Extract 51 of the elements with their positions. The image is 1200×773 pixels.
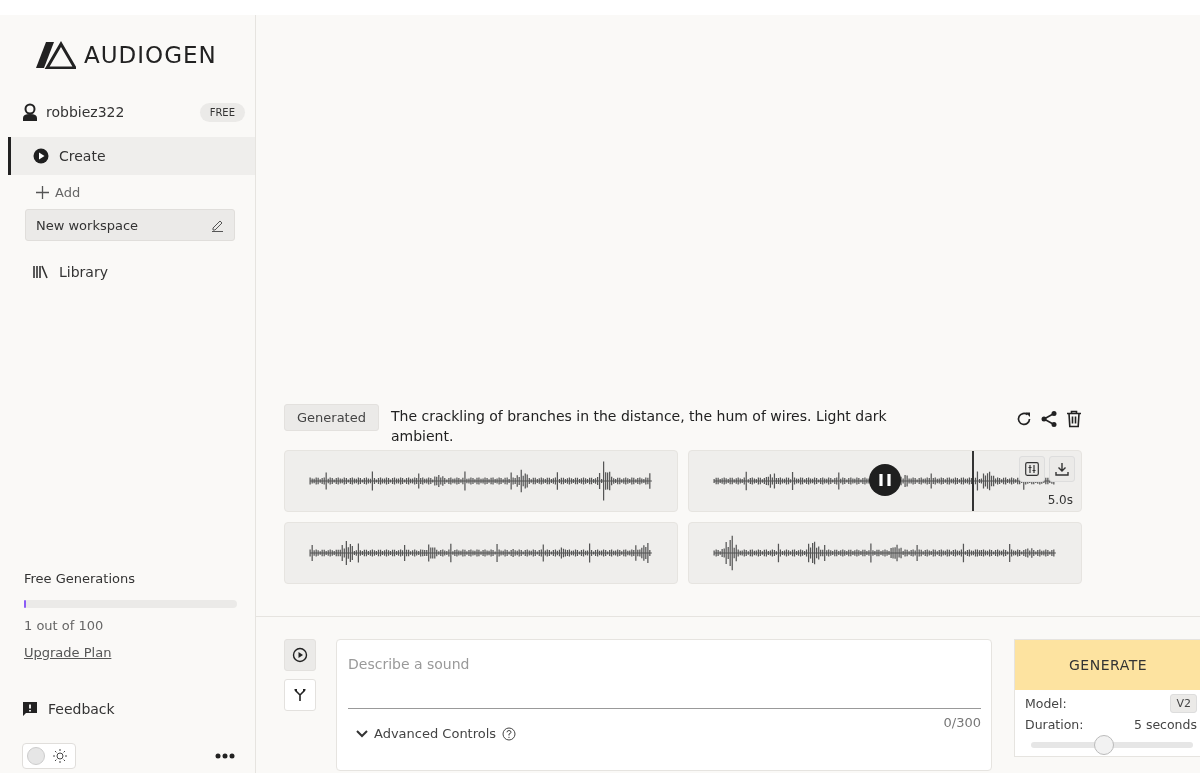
username: robbiez322 [46, 104, 125, 120]
plus-icon [36, 185, 49, 199]
audio-clip[interactable] [284, 522, 678, 584]
audio-clip[interactable] [688, 522, 1082, 584]
advanced-controls-toggle[interactable]: Advanced Controls [348, 726, 517, 741]
refresh-icon[interactable] [1016, 411, 1032, 427]
stems-button[interactable] [1019, 456, 1045, 482]
status-tag: Generated [284, 404, 379, 431]
pause-button[interactable] [869, 464, 901, 496]
play-icon [33, 148, 49, 164]
char-counter: 0/300 [943, 715, 981, 730]
generate-button[interactable]: GENERATE [1015, 640, 1200, 690]
theme-toggle[interactable] [22, 743, 76, 769]
upgrade-link[interactable]: Upgrade Plan [24, 645, 112, 660]
prompt-field[interactable]: Describe a sound 0/300 Advanced Controls [336, 639, 992, 771]
download-button[interactable] [1049, 456, 1075, 482]
sliders-icon [1025, 462, 1039, 476]
quota-count: 1 out of 100 [24, 618, 105, 633]
feedback-icon [22, 701, 38, 717]
plan-badge: FREE [199, 102, 245, 122]
audio-clip[interactable]: 5.0s [688, 450, 1082, 512]
help-icon [502, 726, 517, 741]
duration-value: 5 seconds [1133, 717, 1197, 732]
feedback-item[interactable]: Feedback [0, 697, 255, 721]
user-icon [22, 103, 38, 121]
nav-item[interactable]: Library [8, 253, 255, 291]
download-icon [1055, 462, 1069, 476]
pause-icon [879, 473, 891, 487]
more-icon[interactable] [215, 753, 235, 759]
nav-item[interactable]: Create [8, 137, 255, 175]
audio-clip[interactable] [284, 450, 678, 512]
trash-icon[interactable] [1066, 410, 1082, 428]
workspace-item[interactable]: New workspace [25, 209, 235, 241]
duration-label: Duration: [1025, 717, 1084, 732]
books-icon [33, 265, 49, 279]
prompt-text: The crackling of branches in the distance, the hum of wires. Light dark ambient. [390, 407, 888, 446]
chevron-down-icon [356, 729, 368, 738]
brand-name: AUDIOGEN [84, 42, 217, 68]
logo-icon [36, 41, 76, 69]
model-badge[interactable]: V2 [1170, 694, 1197, 713]
add-workspace-button[interactable]: Add [0, 175, 255, 209]
share-icon[interactable] [1040, 410, 1058, 428]
clip-duration: 5.0s [1047, 493, 1073, 507]
fork-icon [293, 688, 307, 702]
quota-title: Free Generations [24, 571, 136, 586]
sun-icon [53, 749, 67, 763]
mode-button[interactable] [284, 679, 316, 711]
play-circle-icon [292, 647, 308, 663]
model-label: Model: [1025, 696, 1067, 711]
pencil-icon [211, 218, 224, 232]
mode-button[interactable] [284, 639, 316, 671]
